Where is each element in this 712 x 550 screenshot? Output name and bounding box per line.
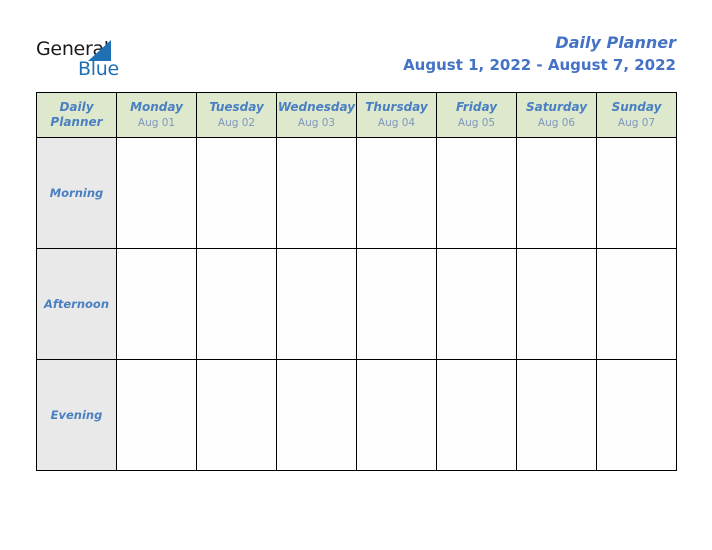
slot-evening-tuesday[interactable] xyxy=(196,359,277,471)
slot-morning-friday[interactable] xyxy=(436,137,517,249)
daily-planner-page: General Blue Daily Planner August 1, 202… xyxy=(0,0,712,550)
slot-afternoon-thursday[interactable] xyxy=(356,248,437,360)
table-header-row: Daily Planner Monday Aug 01 Tuesday Aug … xyxy=(36,92,677,138)
row-label-text-evening: Evening xyxy=(50,408,103,422)
planner-table: Daily Planner Monday Aug 01 Tuesday Aug … xyxy=(36,92,677,471)
day-date-tuesday: Aug 02 xyxy=(217,116,256,129)
row-label-text-afternoon: Afternoon xyxy=(43,297,110,311)
day-date-wednesday: Aug 03 xyxy=(297,116,336,129)
header-cell-sunday: Sunday Aug 07 xyxy=(596,92,677,138)
header-cell-monday: Monday Aug 01 xyxy=(116,92,197,138)
slot-afternoon-saturday[interactable] xyxy=(516,248,597,360)
day-date-thursday: Aug 04 xyxy=(377,116,416,129)
day-name-friday: Friday xyxy=(455,99,498,114)
row-label-evening: Evening xyxy=(36,359,117,471)
slot-morning-sunday[interactable] xyxy=(596,137,677,249)
header-cell-wednesday: Wednesday Aug 03 xyxy=(276,92,357,138)
day-name-sunday: Sunday xyxy=(611,99,662,114)
slot-evening-monday[interactable] xyxy=(116,359,197,471)
header-cell-tuesday: Tuesday Aug 02 xyxy=(196,92,277,138)
slot-evening-saturday[interactable] xyxy=(516,359,597,471)
day-date-saturday: Aug 06 xyxy=(537,116,576,129)
slot-afternoon-sunday[interactable] xyxy=(596,248,677,360)
table-row-afternoon: Afternoon xyxy=(36,248,677,360)
corner-label-line1: Daily xyxy=(59,100,94,114)
day-name-monday: Monday xyxy=(130,99,183,114)
day-date-sunday: Aug 07 xyxy=(617,116,656,129)
page-header: General Blue Daily Planner August 1, 202… xyxy=(0,0,712,92)
page-title: Daily Planner xyxy=(555,33,676,52)
day-name-saturday: Saturday xyxy=(525,99,588,114)
header-cell-saturday: Saturday Aug 06 xyxy=(516,92,597,138)
slot-afternoon-friday[interactable] xyxy=(436,248,517,360)
slot-morning-tuesday[interactable] xyxy=(196,137,277,249)
slot-afternoon-wednesday[interactable] xyxy=(276,248,357,360)
row-label-text-morning: Morning xyxy=(49,186,104,200)
row-label-morning: Morning xyxy=(36,137,117,249)
slot-evening-thursday[interactable] xyxy=(356,359,437,471)
header-corner-cell: Daily Planner xyxy=(36,92,117,138)
slot-evening-sunday[interactable] xyxy=(596,359,677,471)
slot-morning-wednesday[interactable] xyxy=(276,137,357,249)
slot-morning-saturday[interactable] xyxy=(516,137,597,249)
slot-evening-friday[interactable] xyxy=(436,359,517,471)
slot-evening-wednesday[interactable] xyxy=(276,359,357,471)
day-date-monday: Aug 01 xyxy=(137,116,176,129)
logo-text-blue: Blue xyxy=(78,58,119,80)
header-cell-friday: Friday Aug 05 xyxy=(436,92,517,138)
day-date-friday: Aug 05 xyxy=(457,116,496,129)
day-name-wednesday: Wednesday xyxy=(277,99,356,114)
slot-afternoon-monday[interactable] xyxy=(116,248,197,360)
slot-afternoon-tuesday[interactable] xyxy=(196,248,277,360)
corner-label-line2: Planner xyxy=(50,115,103,129)
general-blue-logo: General Blue xyxy=(36,38,166,82)
header-cell-thursday: Thursday Aug 04 xyxy=(356,92,437,138)
day-name-tuesday: Tuesday xyxy=(209,99,264,114)
table-row-morning: Morning xyxy=(36,137,677,249)
slot-morning-thursday[interactable] xyxy=(356,137,437,249)
row-label-afternoon: Afternoon xyxy=(36,248,117,360)
slot-morning-monday[interactable] xyxy=(116,137,197,249)
table-row-evening: Evening xyxy=(36,359,677,471)
date-range: August 1, 2022 - August 7, 2022 xyxy=(403,56,676,74)
title-block: Daily Planner August 1, 2022 - August 7,… xyxy=(403,32,676,76)
day-name-thursday: Thursday xyxy=(365,99,428,114)
